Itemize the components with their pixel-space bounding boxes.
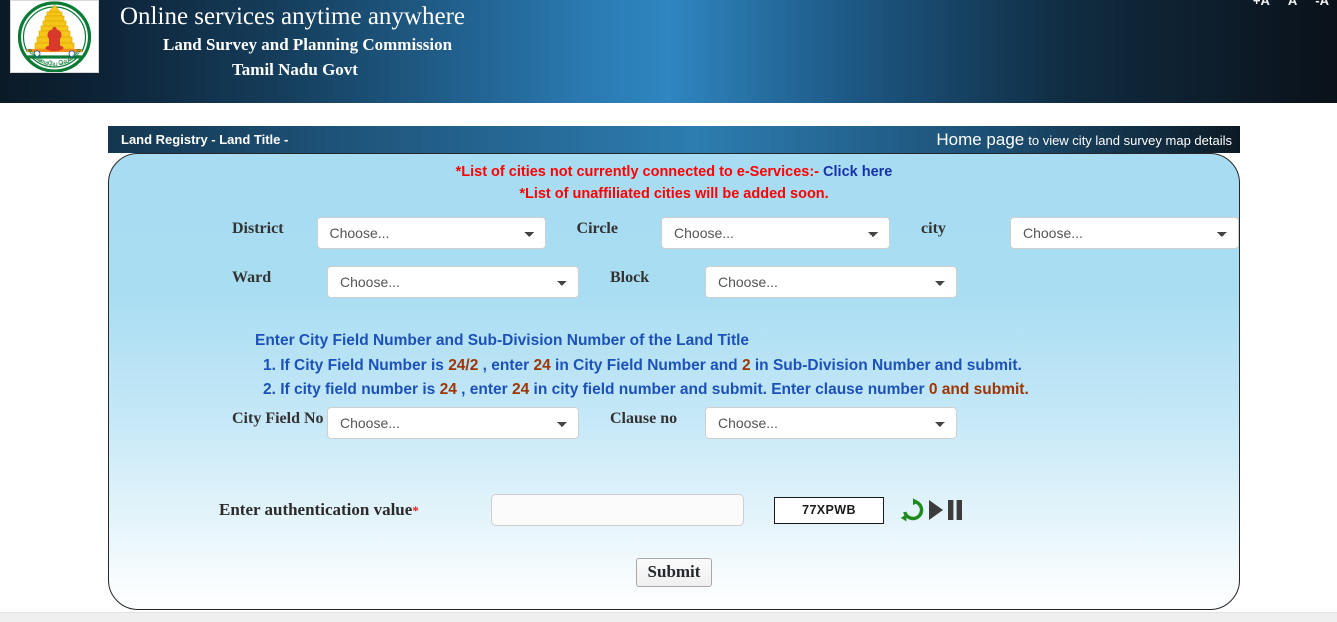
captcha-code-display: 77XPWB xyxy=(774,496,884,524)
font-size-controls: +A A -A xyxy=(1253,0,1329,8)
block-label: Block xyxy=(610,269,650,286)
district-label: District xyxy=(232,220,284,237)
clause-no-select[interactable]: Choose... xyxy=(705,407,957,439)
ins2-tail: 0 and submit. xyxy=(928,381,1029,398)
ward-label: Ward xyxy=(232,269,272,286)
header-subtitle-govt: Tamil Nadu Govt xyxy=(232,60,358,79)
authentication-label: Enter authentication value* xyxy=(219,500,491,520)
instructions-line-2: 2. If city field number is 24 , enter 24… xyxy=(255,378,1029,403)
registry-breadcrumb: Land Registry - Land Title - xyxy=(121,132,289,147)
required-asterisk: * xyxy=(412,503,419,518)
header-title-block: Online services anytime anywhere Land Su… xyxy=(120,0,465,82)
authentication-label-text: Enter authentication value xyxy=(219,500,413,519)
page-title: Online services anytime anywhere xyxy=(120,3,466,30)
city-label: city xyxy=(921,220,946,237)
city-field-no-select[interactable]: Choose... xyxy=(327,407,579,439)
ward-select[interactable]: Choose... xyxy=(327,266,579,298)
district-select[interactable]: Choose... xyxy=(316,217,546,249)
ins1-part-d: in Sub-Division Number and submit. xyxy=(750,356,1022,374)
form-row-district: District Choose... Circle Choose... city… xyxy=(109,217,1239,249)
tamil-nadu-state-emblem-logo: S.O.V வாய்மையே வெல்லும் xyxy=(10,0,99,73)
page-body: Land Registry - Land Title - Home page t… xyxy=(0,103,1337,622)
submit-button[interactable]: Submit xyxy=(635,558,713,587)
submit-row: Submit xyxy=(109,558,1239,587)
instructions-heading: Enter City Field Number and Sub-Division… xyxy=(255,332,750,349)
ins2-part-c: in city field number and submit. Enter c… xyxy=(529,381,929,398)
ins1-number-1: 24/2 xyxy=(448,356,479,374)
instructions-block: Enter City Field Number and Sub-Division… xyxy=(255,329,1029,403)
state-emblem-icon: S.O.V வாய்மையே வெல்லும் xyxy=(11,1,98,72)
pause-icon[interactable] xyxy=(946,498,964,522)
header-subtitle-commission: Land Survey and Planning Commission xyxy=(163,35,453,54)
ins1-part-a: 1. If City Field Number is xyxy=(263,356,449,374)
clause-no-label: Clause no xyxy=(610,410,678,427)
ins2-part-a: 2. If city field number is xyxy=(263,381,440,398)
home-page-link[interactable]: Home page to view city land survey map d… xyxy=(936,130,1232,150)
form-row-city-field: City Field No Choose... Clause no Choose… xyxy=(109,407,1239,439)
home-page-description: to view city land survey map details xyxy=(1028,132,1232,148)
ins2-part-b: , enter xyxy=(456,381,512,398)
notice-line-1: *List of cities not currently connected … xyxy=(109,161,1239,183)
ins2-number-1: 24 xyxy=(439,381,457,398)
land-title-search-panel: *List of cities not currently connected … xyxy=(108,153,1240,610)
increase-font-size-button[interactable]: +A xyxy=(1253,0,1270,8)
ins1-number-2: 24 xyxy=(533,356,551,374)
site-header: S.O.V வாய்மையே வெல்லும் Online services … xyxy=(0,0,1337,103)
ins2-number-2: 24 xyxy=(511,381,530,398)
click-here-link[interactable]: Click here xyxy=(823,164,892,180)
ins1-part-c: in City Field Number and xyxy=(550,356,742,374)
bottom-strip xyxy=(0,612,1337,622)
reset-font-size-button[interactable]: A xyxy=(1288,0,1297,8)
circle-select[interactable]: Choose... xyxy=(661,217,891,249)
decrease-font-size-button[interactable]: -A xyxy=(1315,0,1329,8)
circle-label: Circle xyxy=(576,220,618,237)
city-field-no-label: City Field No xyxy=(232,410,324,427)
authentication-input[interactable] xyxy=(491,494,744,526)
svg-text:S.O.V: S.O.V xyxy=(50,49,60,53)
notices-block: *List of cities not currently connected … xyxy=(109,154,1239,205)
captcha-row: Enter authentication value* 77XPWB xyxy=(109,494,964,526)
notice-line-1-text: *List of cities not currently connected … xyxy=(455,164,820,180)
refresh-icon[interactable] xyxy=(900,498,926,522)
instructions-line-1: 1. If City Field Number is 24/2 , enter … xyxy=(255,354,1029,379)
block-select[interactable]: Choose... xyxy=(705,266,957,298)
registry-title-bar: Land Registry - Land Title - Home page t… xyxy=(108,126,1240,153)
notice-line-2: *List of unaffiliated cities will be add… xyxy=(519,186,829,202)
form-row-ward: Ward Choose... Block Choose... xyxy=(109,266,1239,298)
home-page-label[interactable]: Home page xyxy=(936,130,1024,150)
ins1-number-3: 2 xyxy=(741,356,751,374)
captcha-controls xyxy=(900,498,964,522)
ins1-part-b: , enter xyxy=(478,356,534,374)
play-icon[interactable] xyxy=(927,498,945,522)
city-select[interactable]: Choose... xyxy=(1009,217,1239,249)
